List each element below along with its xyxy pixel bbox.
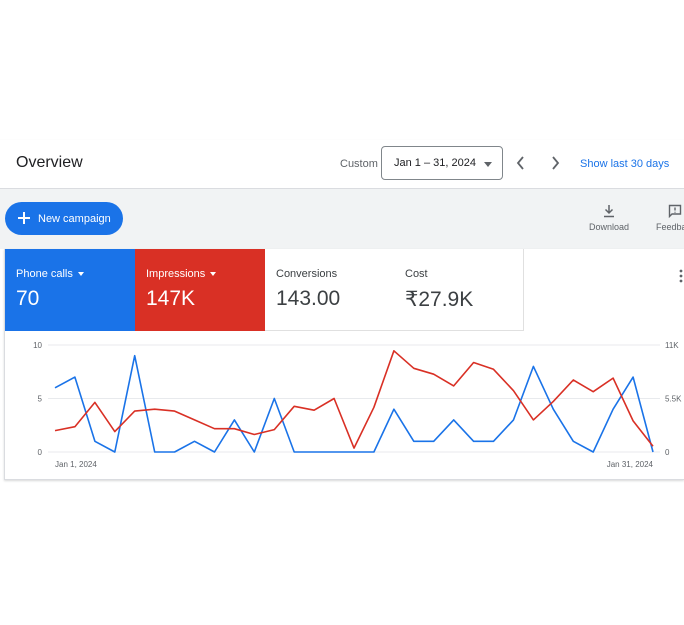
metric-card-phone-calls[interactable]: Phone calls 70 — [5, 249, 135, 331]
next-period-button[interactable] — [546, 154, 564, 172]
feedback-label: Feedba — [656, 222, 684, 232]
metric-name: Cost — [405, 268, 428, 280]
custom-label: Custom — [340, 158, 378, 170]
date-range-select[interactable]: Jan 1 – 31, 2024 — [381, 146, 503, 180]
page-title: Overview — [16, 154, 83, 171]
download-icon — [604, 205, 614, 218]
metric-card-conversions[interactable]: Conversions 143.00 — [265, 249, 395, 331]
more-options-icon[interactable] — [679, 269, 683, 283]
metric-card-cost[interactable]: Cost ₹27.9K — [394, 249, 524, 331]
right-tick-label: 0 — [665, 448, 670, 457]
download-label: Download — [588, 222, 630, 232]
download-button[interactable]: Download — [588, 204, 630, 232]
x-start-label: Jan 1, 2024 — [55, 460, 97, 469]
left-tick-label: 10 — [33, 341, 42, 350]
chevron-right-icon — [552, 156, 560, 170]
date-range-value: Jan 1 – 31, 2024 — [394, 157, 476, 169]
toolbar: New campaign Download Feedba — [0, 189, 684, 249]
left-tick-label: 5 — [38, 395, 43, 404]
new-campaign-label: New campaign — [38, 213, 111, 225]
phone-calls-line — [54, 354, 654, 453]
metric-value: 147K — [146, 287, 196, 310]
dropdown-caret-icon — [77, 272, 84, 277]
metric-value: 70 — [16, 287, 40, 310]
metric-value: ₹27.9K — [405, 288, 474, 311]
chevron-left-icon — [516, 156, 524, 170]
x-end-label: Jan 31, 2024 — [607, 460, 654, 469]
right-tick-label: 11K — [665, 341, 679, 350]
performance-chart: 10 11K 5 5.5K 0 0 Jan 1, 2024 Jan 31, 2024 — [33, 341, 682, 469]
feedback-icon — [668, 204, 682, 218]
show-last-30-days-link[interactable]: Show last 30 days — [580, 158, 669, 170]
left-tick-label: 0 — [38, 448, 43, 457]
right-tick-label: 5.5K — [665, 395, 682, 404]
metric-value: 143.00 — [276, 287, 341, 310]
overview-header: Overview Custom Jan 1 – 31, 2024 Show la… — [0, 140, 684, 189]
metric-card-impressions[interactable]: Impressions 147K — [135, 249, 265, 331]
metric-name: Impressions — [146, 268, 206, 280]
new-campaign-button[interactable]: New campaign — [5, 202, 123, 235]
metric-name: Phone calls — [16, 268, 73, 280]
previous-period-button[interactable] — [512, 154, 530, 172]
dropdown-caret-icon — [210, 272, 217, 277]
dropdown-caret-icon — [484, 162, 492, 167]
metric-name: Conversions — [276, 268, 338, 280]
impressions-line — [54, 349, 654, 449]
feedback-button[interactable]: Feedba — [656, 204, 684, 232]
plus-icon — [18, 212, 30, 224]
